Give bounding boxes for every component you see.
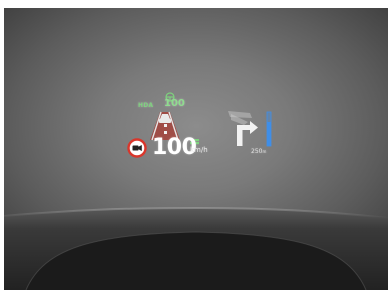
nav-turn-arrow-icon [228,111,258,146]
hda-label: HDA [138,102,154,109]
camera-warning-icon [127,138,147,158]
set-speed: 100 [164,98,185,109]
nav-distance: 250m [251,148,266,155]
hud-photo: HDA 100 100 km/h 250m [4,8,388,290]
head-up-display: HDA 100 100 km/h 250m [4,8,388,290]
distance-bar-icon [266,111,272,147]
nav-distance-value: 250 [251,148,263,155]
speed-unit: km/h [190,146,208,154]
nav-distance-unit: m [262,149,267,154]
